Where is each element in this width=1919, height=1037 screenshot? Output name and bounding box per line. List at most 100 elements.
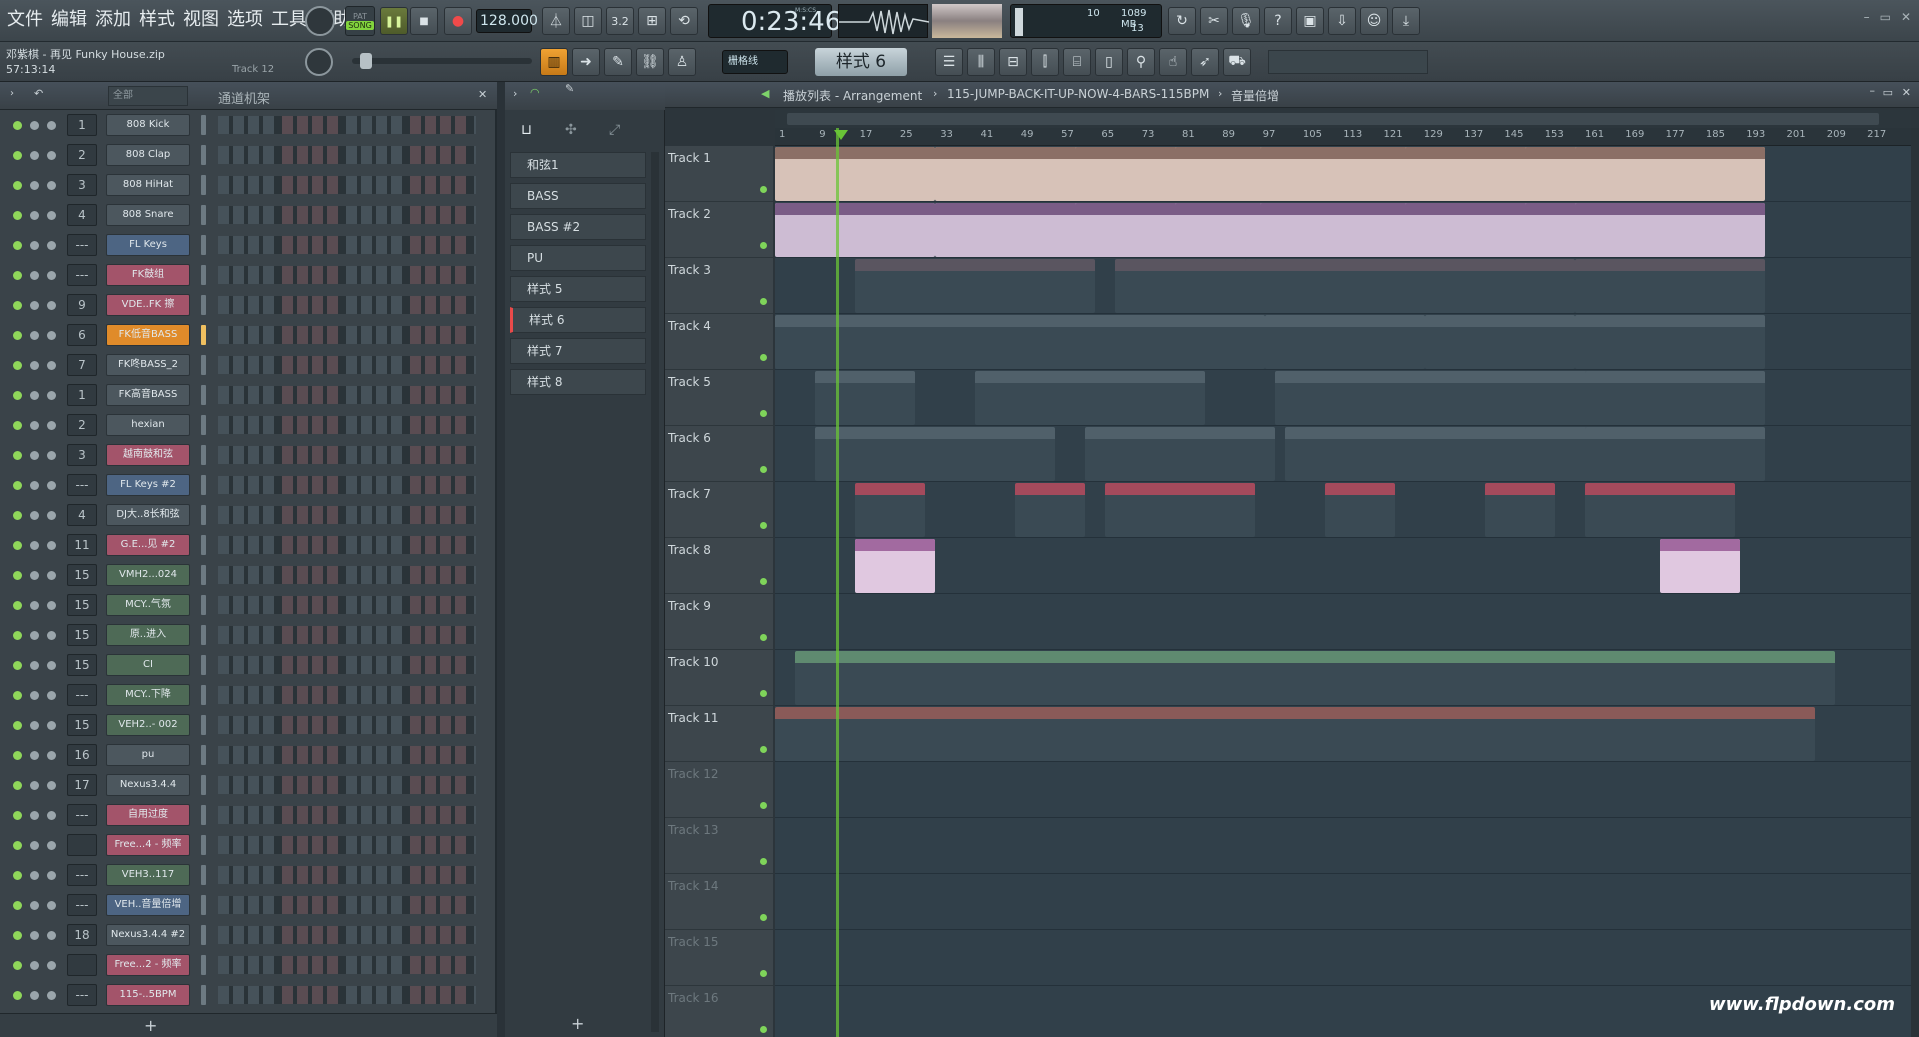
step-edit-button[interactable]: ⊞	[638, 7, 666, 35]
track-mute-led[interactable]	[760, 186, 767, 193]
channel-select-bar[interactable]	[201, 295, 206, 315]
pan-knob[interactable]	[30, 871, 39, 880]
channel-select-bar[interactable]	[201, 655, 206, 675]
playlist-clip[interactable]	[1575, 259, 1765, 313]
mixer-track-number[interactable]: 6	[67, 324, 97, 346]
channel-row[interactable]: 4 808 Snare	[0, 200, 497, 230]
track-lane[interactable]	[775, 258, 1911, 314]
snap-select[interactable]: 栅格线	[722, 50, 788, 74]
menu-item[interactable]: 工具	[270, 6, 308, 34]
channel-select-bar[interactable]	[201, 595, 206, 615]
cut-button[interactable]: ✂	[1200, 7, 1228, 35]
step-sequencer[interactable]	[218, 476, 476, 494]
channel-button[interactable]: Nexus3.4.4	[106, 774, 190, 796]
step-sequencer[interactable]	[218, 506, 476, 524]
timeline-ruler[interactable]: 1 9 17 25 33 41 49 57 65 73 81 89 97 105 113 121 129 137 1…	[775, 128, 1911, 146]
track-mute-led[interactable]	[760, 634, 767, 641]
track-mute-led[interactable]	[760, 746, 767, 753]
mixer-track-number[interactable]: 18	[67, 924, 97, 946]
mixer-track-number[interactable]: 2	[67, 144, 97, 166]
volume-knob[interactable]	[47, 631, 56, 640]
playlist-clip[interactable]	[795, 651, 1835, 705]
channel-row[interactable]: Free...2 - 频率	[0, 950, 497, 980]
step-sequencer[interactable]	[218, 176, 476, 194]
menu-item[interactable]: 编辑	[50, 6, 88, 34]
channel-button[interactable]: VMH2...024	[106, 564, 190, 586]
pattern-item[interactable]: 样式 8	[510, 369, 646, 395]
channel-button[interactable]: 808 Clap	[106, 144, 190, 166]
channel-row[interactable]: 16 pu	[0, 740, 497, 770]
pan-knob[interactable]	[30, 751, 39, 760]
undo-button[interactable]: ↻	[1168, 7, 1196, 35]
playlist-clip[interactable]	[1325, 483, 1395, 537]
countdown-button[interactable]: 3.2	[606, 7, 634, 35]
channel-button[interactable]: VEH3..117	[106, 864, 190, 886]
channel-row[interactable]: --- MCY..下降	[0, 680, 497, 710]
pan-knob[interactable]	[30, 931, 39, 940]
breadcrumb-tail[interactable]: 音量倍增	[1231, 87, 1279, 104]
mute-led[interactable]	[13, 871, 22, 880]
step-sequencer[interactable]	[218, 986, 476, 1004]
channel-button[interactable]: Free...2 - 频率	[106, 954, 190, 976]
mute-led[interactable]	[13, 481, 22, 490]
track-mute-led[interactable]	[760, 858, 767, 865]
rack-close-icon[interactable]: ✕	[478, 88, 487, 101]
channel-row[interactable]: 18 Nexus3.4.4 #2	[0, 920, 497, 950]
playlist-clip[interactable]	[1105, 483, 1255, 537]
track-mute-led[interactable]	[760, 354, 767, 361]
pan-knob[interactable]	[30, 841, 39, 850]
track-mute-led[interactable]	[760, 466, 767, 473]
slider-handle[interactable]	[360, 53, 372, 69]
collapse-icon[interactable]: ›	[10, 88, 14, 99]
maximize-icon[interactable]: ▭	[1880, 10, 1891, 24]
channel-row[interactable]: 17 Nexus3.4.4	[0, 770, 497, 800]
volume-knob[interactable]	[47, 751, 56, 760]
volume-knob[interactable]	[47, 991, 56, 1000]
mixer-track-number[interactable]: 15	[67, 594, 97, 616]
step-sequencer[interactable]	[218, 836, 476, 854]
playlist-clip[interactable]	[1575, 203, 1765, 257]
track-header[interactable]: Track 9	[665, 594, 773, 650]
mixer-track-number[interactable]: 15	[67, 624, 97, 646]
playlist-clip[interactable]	[855, 483, 925, 537]
mixer-track-number[interactable]	[67, 954, 97, 976]
pan-knob[interactable]	[30, 571, 39, 580]
mixer-track-number[interactable]: ---	[67, 864, 97, 886]
channel-row[interactable]: 15 MCY..气氛	[0, 590, 497, 620]
mute-led[interactable]	[13, 331, 22, 340]
track-mute-led[interactable]	[760, 1026, 767, 1033]
breadcrumb[interactable]: 115-JUMP-BACK-IT-UP-NOW-4-BARS-115BPM	[947, 87, 1209, 101]
channel-select-bar[interactable]	[201, 865, 206, 885]
mic-button[interactable]: 🎙	[1232, 7, 1260, 35]
menu-item[interactable]: 添加	[94, 6, 132, 34]
pan-knob[interactable]	[30, 961, 39, 970]
master-volume-knob[interactable]	[305, 6, 335, 36]
track-header[interactable]: Track 12	[665, 762, 773, 818]
playhead-marker-icon[interactable]	[834, 130, 848, 140]
volume-knob[interactable]	[47, 571, 56, 580]
mute-led[interactable]	[13, 631, 22, 640]
mute-led[interactable]	[13, 601, 22, 610]
automation-tool-icon[interactable]: ⤢	[609, 122, 620, 138]
metronome-button[interactable]: ⏃	[542, 7, 570, 35]
channel-row[interactable]: --- VEH3..117	[0, 860, 497, 890]
playlist-close-icon[interactable]: ✕	[1902, 86, 1911, 99]
channel-button[interactable]: 808 Kick	[106, 114, 190, 136]
track-header[interactable]: Track 5	[665, 370, 773, 426]
channel-button[interactable]: 越南鼓和弦	[106, 444, 190, 466]
mixer-track-number[interactable]: 4	[67, 204, 97, 226]
playlist-maximize-icon[interactable]: ▭	[1883, 86, 1893, 99]
channel-row[interactable]: 3 808 HiHat	[0, 170, 497, 200]
tempo-tap-button[interactable]: ➶	[1191, 48, 1219, 76]
volume-knob[interactable]	[47, 871, 56, 880]
pan-knob[interactable]	[30, 631, 39, 640]
mute-led[interactable]	[13, 511, 22, 520]
channel-button[interactable]: FL Keys	[106, 234, 190, 256]
pan-knob[interactable]	[30, 391, 39, 400]
channel-row[interactable]: 6 FK低音BASS	[0, 320, 497, 350]
mute-led[interactable]	[13, 301, 22, 310]
channel-button[interactable]: FK高音BASS	[106, 384, 190, 406]
pan-knob[interactable]	[30, 211, 39, 220]
channel-row[interactable]: 15 CI	[0, 650, 497, 680]
mute-led[interactable]	[13, 961, 22, 970]
